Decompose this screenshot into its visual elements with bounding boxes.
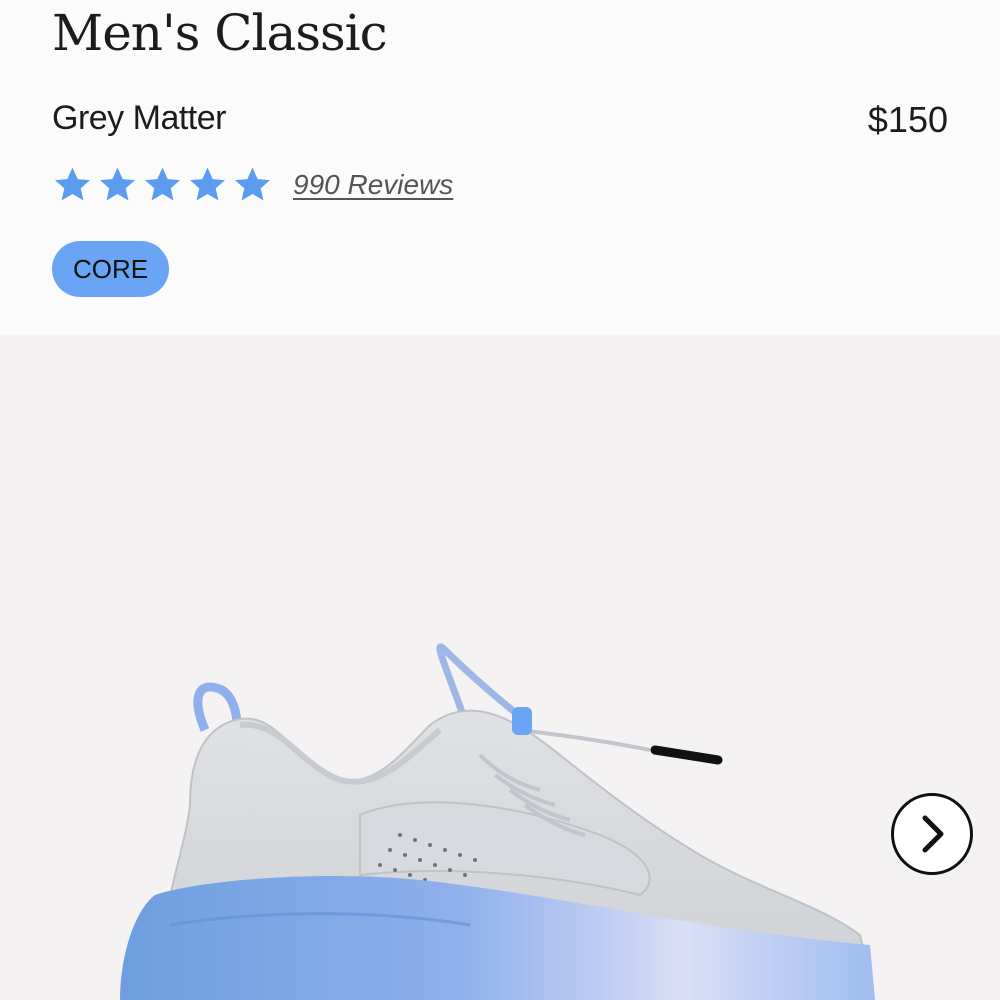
product-gallery[interactable]	[0, 335, 1000, 1000]
star-icon	[55, 167, 90, 201]
next-image-button[interactable]	[891, 793, 973, 875]
product-colorway: Grey Matter	[52, 99, 226, 137]
product-image	[120, 643, 875, 1000]
product-header: Men's Classic Grey Matter $150 990 Revie…	[0, 0, 1000, 335]
star-icon	[235, 167, 270, 201]
reviews-link[interactable]: 990 Reviews	[293, 169, 453, 201]
chevron-right-icon	[922, 815, 944, 853]
rating-row: 990 Reviews	[52, 165, 453, 205]
star-icon	[145, 167, 180, 201]
product-price: $150	[867, 99, 948, 140]
star-rating	[52, 165, 273, 205]
star-icon	[100, 167, 135, 201]
star-icon	[190, 167, 225, 201]
core-badge: CORE	[52, 241, 169, 297]
product-title: Men's Classic	[52, 4, 388, 62]
